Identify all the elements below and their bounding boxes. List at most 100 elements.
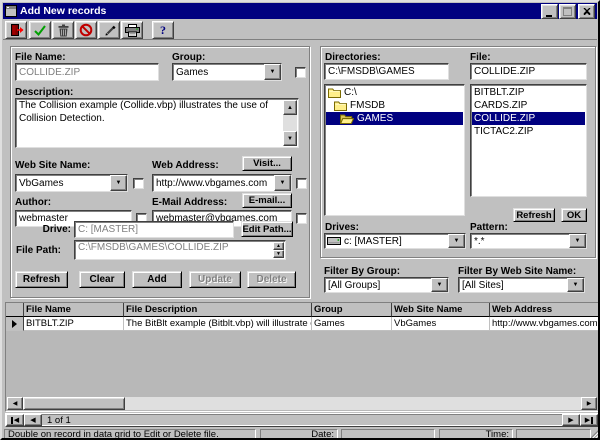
description-scrollbar[interactable]: ▲ ▼ bbox=[283, 100, 297, 146]
visit-button[interactable]: Visit... bbox=[242, 156, 292, 171]
grid-column-header[interactable]: File Name bbox=[24, 303, 124, 317]
filter-by-group-combo[interactable]: [All Groups] ▼ bbox=[324, 277, 449, 293]
file-item[interactable]: TICTAC2.ZIP bbox=[472, 125, 585, 138]
help-button[interactable]: ? bbox=[152, 21, 174, 39]
web-site-name-combo[interactable]: VbGames ▼ bbox=[15, 174, 128, 192]
email-button[interactable]: E-mail... bbox=[242, 193, 292, 208]
edit-path-button[interactable]: Edit Path... bbox=[241, 221, 293, 237]
add-button[interactable]: Add bbox=[132, 271, 182, 288]
directories-listbox[interactable]: C:\ FMSDB GAMES bbox=[324, 84, 465, 216]
file-field[interactable]: COLLIDE.ZIP bbox=[470, 63, 587, 80]
directory-item-selected[interactable]: GAMES bbox=[326, 112, 463, 125]
drives-combo[interactable]: c: [MASTER] ▼ bbox=[324, 233, 466, 249]
filter-by-group-dropdown[interactable]: ▼ bbox=[431, 278, 448, 292]
directories-path-field[interactable]: C:\FMSDB\GAMES bbox=[324, 63, 449, 80]
filter-by-group-label: Filter By Group: bbox=[324, 266, 400, 277]
status-date-label-panel: Date: bbox=[260, 429, 338, 440]
group-combo-dropdown[interactable]: ▼ bbox=[264, 64, 281, 80]
cell-web-address[interactable]: http://www.vbgames.com bbox=[490, 317, 598, 331]
filter-by-site-dropdown[interactable]: ▼ bbox=[567, 278, 584, 292]
resize-grip-icon[interactable] bbox=[591, 430, 600, 439]
directory-item-label: C:\ bbox=[344, 87, 357, 98]
chevron-down-icon: ▼ bbox=[454, 238, 460, 244]
drives-combo-dropdown[interactable]: ▼ bbox=[448, 234, 465, 248]
folder-closed-icon bbox=[328, 87, 341, 98]
row-selector-cell[interactable] bbox=[6, 317, 24, 331]
file-item[interactable]: BITBLT.ZIP bbox=[472, 86, 585, 99]
web-site-name-checkbox[interactable] bbox=[133, 178, 144, 189]
refresh-button[interactable]: Refresh bbox=[15, 271, 68, 288]
directory-item[interactable]: FMSDB bbox=[326, 99, 463, 112]
data-grid[interactable]: File Name File Description Group Web Sit… bbox=[5, 302, 599, 412]
maximize-button[interactable] bbox=[559, 4, 576, 19]
nav-first-button[interactable]: ◀ bbox=[6, 414, 24, 426]
group-combo-value: Games bbox=[173, 67, 264, 78]
exit-door-icon bbox=[9, 23, 24, 37]
web-site-name-dropdown[interactable]: ▼ bbox=[110, 175, 127, 191]
web-address-value: http://www.vbgames.com bbox=[153, 178, 274, 189]
chevron-down-icon: ▼ bbox=[270, 69, 276, 75]
grid-column-header[interactable]: Web Address bbox=[490, 303, 598, 317]
browser-refresh-button[interactable]: Refresh bbox=[513, 208, 555, 222]
browser-ok-button[interactable]: OK bbox=[561, 208, 587, 222]
grid-column-header[interactable]: Web Site Name bbox=[392, 303, 490, 317]
table-row[interactable]: BITBLT.ZIP The BitBlt example (Bitblt.vb… bbox=[6, 317, 598, 331]
nav-next-button[interactable]: ▶ bbox=[562, 414, 580, 426]
delete-button[interactable] bbox=[52, 21, 74, 39]
print-button[interactable] bbox=[121, 21, 143, 39]
web-address-dropdown[interactable]: ▼ bbox=[274, 175, 291, 191]
directory-item-label: FMSDB bbox=[350, 100, 385, 111]
directories-label: Directories: bbox=[325, 52, 381, 63]
nav-previous-button[interactable]: ◀ bbox=[24, 414, 42, 426]
cancel-button[interactable] bbox=[75, 21, 97, 39]
exit-button[interactable] bbox=[5, 21, 27, 39]
record-form-groupbox bbox=[10, 46, 310, 298]
file-path-field[interactable]: C:\FMSDB\GAMES\COLLIDE.ZIP ▲ ▼ bbox=[74, 240, 286, 260]
help-icon: ? bbox=[160, 23, 166, 38]
file-item-selected[interactable]: COLLIDE.ZIP bbox=[472, 112, 585, 125]
clear-button[interactable]: Clear bbox=[79, 271, 125, 288]
cell-web-site-name[interactable]: VbGames bbox=[392, 317, 490, 331]
scroll-down-icon[interactable]: ▼ bbox=[273, 250, 284, 258]
directories-path-value: C:\FMSDB\GAMES bbox=[328, 66, 415, 77]
filter-by-site-combo[interactable]: [All Sites] ▼ bbox=[458, 277, 585, 293]
cell-file-description[interactable]: The BitBlt example (Bitblt.vbp) will ill… bbox=[124, 317, 312, 331]
cell-file-name[interactable]: BITBLT.ZIP bbox=[24, 317, 124, 331]
pattern-combo-dropdown[interactable]: ▼ bbox=[569, 234, 586, 248]
file-name-field[interactable]: COLLIDE.ZIP bbox=[15, 63, 159, 81]
scroll-up-icon[interactable]: ▲ bbox=[283, 100, 297, 115]
description-field[interactable]: The Collision example (Collide.vbp) illu… bbox=[15, 98, 299, 148]
scroll-down-icon[interactable]: ▼ bbox=[283, 131, 297, 146]
group-checkbox[interactable] bbox=[295, 67, 306, 78]
close-button[interactable] bbox=[578, 4, 595, 19]
delete-record-button[interactable]: Delete bbox=[247, 271, 296, 288]
web-address-checkbox[interactable] bbox=[296, 178, 307, 189]
scroll-left-icon[interactable]: ◀ bbox=[7, 397, 23, 410]
file-path-scrollbar[interactable]: ▲ ▼ bbox=[273, 242, 284, 258]
file-path-label: File Path: bbox=[16, 245, 61, 256]
drive-field[interactable]: C: [MASTER] bbox=[74, 221, 234, 238]
description-label: Description: bbox=[15, 87, 73, 98]
scroll-right-icon[interactable]: ▶ bbox=[581, 397, 597, 410]
drive-value: C: [MASTER] bbox=[78, 224, 138, 235]
scroll-up-icon[interactable]: ▲ bbox=[273, 242, 284, 250]
minimize-button[interactable] bbox=[541, 4, 558, 19]
grid-horizontal-scrollbar[interactable]: ◀ ▶ bbox=[7, 397, 597, 410]
scrollbar-thumb[interactable] bbox=[23, 397, 125, 410]
grid-column-header[interactable]: File Description bbox=[124, 303, 312, 317]
nav-last-button[interactable]: ▶ bbox=[580, 414, 598, 426]
web-address-combo[interactable]: http://www.vbgames.com ▼ bbox=[152, 174, 292, 192]
file-item[interactable]: CARDS.ZIP bbox=[472, 99, 585, 112]
grid-column-header[interactable]: Group bbox=[312, 303, 392, 317]
edit-button[interactable] bbox=[98, 21, 120, 39]
update-button[interactable]: Update bbox=[189, 271, 241, 288]
email-checkbox[interactable] bbox=[296, 213, 307, 224]
cell-group[interactable]: Games bbox=[312, 317, 392, 331]
web-site-name-label: Web Site Name: bbox=[15, 160, 90, 171]
pattern-combo[interactable]: *.* ▼ bbox=[470, 233, 587, 249]
group-combo[interactable]: Games ▼ bbox=[172, 63, 282, 81]
confirm-button[interactable] bbox=[29, 21, 51, 39]
files-listbox[interactable]: BITBLT.ZIP CARDS.ZIP COLLIDE.ZIP TICTAC2… bbox=[470, 84, 587, 197]
directory-item[interactable]: C:\ bbox=[326, 86, 463, 99]
web-site-name-value: VbGames bbox=[16, 178, 110, 189]
